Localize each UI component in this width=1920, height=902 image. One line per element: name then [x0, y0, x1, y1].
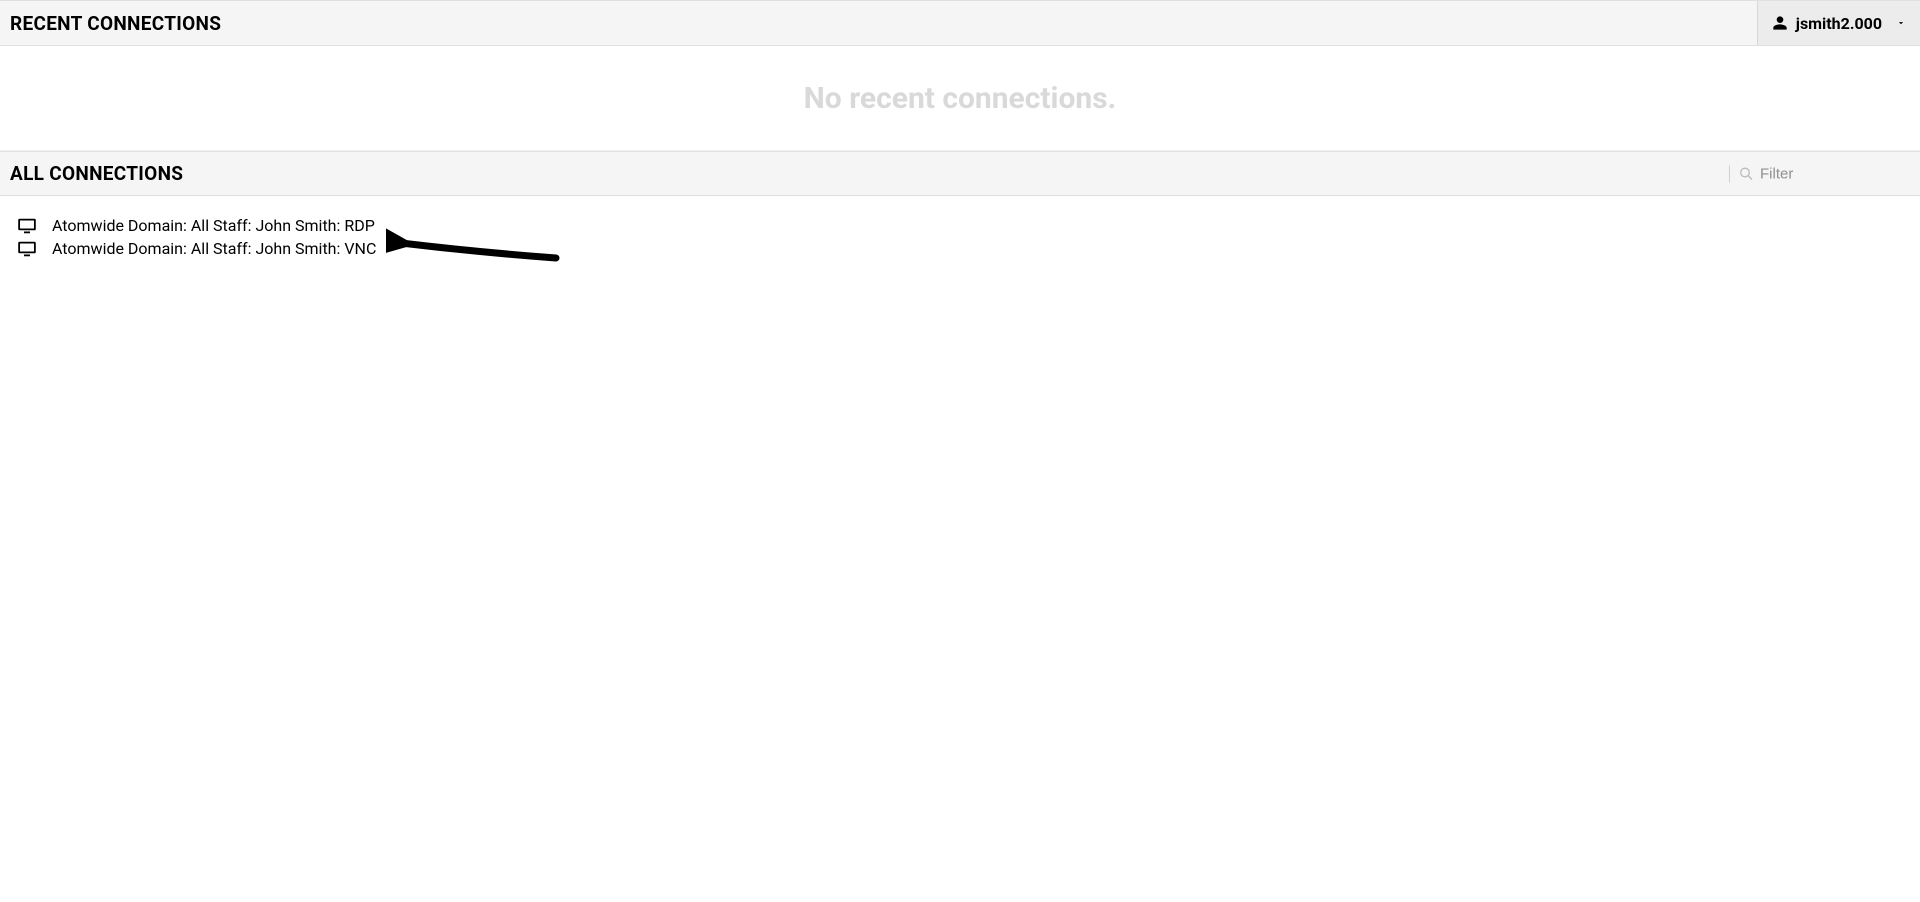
chevron-down-icon — [1896, 18, 1906, 28]
connection-label: Atomwide Domain: All Staff: John Smith: … — [52, 239, 376, 258]
search-icon — [1738, 166, 1754, 182]
connection-item[interactable]: Atomwide Domain: All Staff: John Smith: … — [18, 214, 375, 237]
connection-label: Atomwide Domain: All Staff: John Smith: … — [52, 216, 375, 235]
recent-connections-body: No recent connections. — [0, 46, 1920, 151]
user-menu[interactable]: jsmith2.000 — [1757, 1, 1920, 45]
all-connections-title: ALL CONNECTIONS — [0, 162, 183, 185]
monitor-icon — [18, 241, 36, 257]
user-icon — [1772, 15, 1788, 31]
no-recent-connections-text: No recent connections. — [804, 81, 1117, 116]
all-connections-header: ALL CONNECTIONS — [0, 151, 1920, 196]
connection-item[interactable]: Atomwide Domain: All Staff: John Smith: … — [18, 237, 376, 260]
user-menu-username: jsmith2.000 — [1796, 14, 1882, 33]
recent-connections-title: RECENT CONNECTIONS — [0, 12, 221, 35]
filter-wrap — [1729, 165, 1910, 182]
monitor-icon — [18, 218, 36, 234]
all-connections-list: Atomwide Domain: All Staff: John Smith: … — [0, 196, 1920, 260]
recent-connections-header: RECENT CONNECTIONS jsmith2.000 — [0, 0, 1920, 46]
filter-input[interactable] — [1760, 165, 1910, 182]
